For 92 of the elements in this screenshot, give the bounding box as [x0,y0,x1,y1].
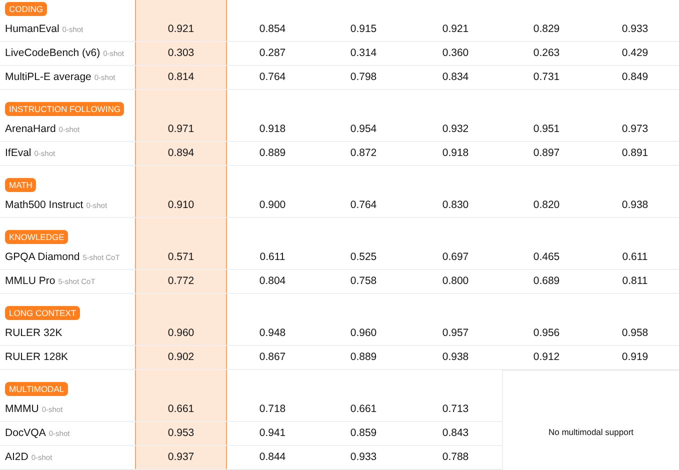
table-cell-text: 0.932 [442,122,469,137]
table-cell-text: 0.798 [350,70,377,85]
table-cell-text: 0.921 [168,22,194,37]
benchmark-name: LiveCodeBench (v6) [5,46,100,61]
table-cell-text: 0.611 [622,250,648,265]
table-cell-text: 0.894 [168,146,194,161]
table-cell-text: 0.611 [260,250,286,265]
benchmark-name: DocVQA [5,426,46,441]
table-cell-text: 0.731 [533,70,560,85]
table-cell-text: 0.902 [168,350,194,365]
table-cell-text: 0.829 [533,22,560,37]
table-cell-text: 0.918 [259,122,286,137]
table-cell-text: 0.303 [168,46,194,61]
table-cell-text: 0.314 [350,46,377,61]
table-cell-text: 0.918 [442,146,469,161]
benchmark-name: RULER 32K [5,326,62,341]
table-cell-text: 0.919 [622,350,648,365]
table-cell-text: 0.661 [350,402,377,417]
table-cell-text: 0.834 [442,70,469,85]
table-cell-text: 0.697 [442,250,469,265]
table-cell-text: 0.849 [622,70,648,85]
category-badge: LONG CONTEXT [5,306,80,320]
table-cell-text: 0.764 [259,70,286,85]
table-cell-text: 0.758 [350,274,377,289]
table-cell-text: 0.941 [259,426,286,441]
benchmark-name: RULER 128K [5,350,68,365]
table-cell-text: 0.933 [622,22,648,37]
table-cell-text: 0.915 [350,22,377,37]
table-cell-text: 0.951 [533,122,560,137]
table-cell-text: 0.910 [168,198,194,213]
note-text: No multimodal support [548,426,634,438]
table-cell-text: 0.956 [533,326,560,341]
category-badge: MATH [5,178,36,192]
table-cell-text: 0.900 [259,198,286,213]
table-cell-text: 0.772 [168,274,194,289]
benchmark-name: HumanEval [5,22,60,37]
table-cell-text: 0.718 [259,402,286,417]
table-cell-text: 0.287 [259,46,286,61]
benchmark-name: MMLU Pro [5,274,56,289]
table-cell-text: 0.897 [533,146,560,161]
table-cell-text: 0.921 [442,22,469,37]
benchmark-name: AI2D [5,450,28,465]
table-cell-text: 0.938 [622,198,648,213]
table-cell-text: 0.764 [350,198,377,213]
table-cell-text: 0.867 [259,350,286,365]
category-badge: CODING [5,2,47,16]
table-cell-text: 0.814 [168,70,194,85]
table-cell-text: 0.912 [533,350,560,365]
table-cell-text: 0.811 [622,274,648,289]
table-cell-text: 0.429 [622,46,648,61]
table-cell-text: 0.804 [259,274,286,289]
benchmark-name: Math500 Instruct [5,198,84,213]
benchmark-name: IfEval [5,146,32,161]
table-cell-text: 0.872 [350,146,377,161]
table-cell-text: 0.954 [350,122,377,137]
table-cell-text: 0.661 [168,402,194,417]
table-cell-text: 0.933 [350,450,377,465]
table-cell-text: 0.854 [259,22,286,37]
table-cell-text: 0.960 [350,326,377,341]
table-cell-text: 0.843 [442,426,469,441]
table-cell-text: 0.830 [442,198,469,213]
table-cell-text: 0.960 [168,326,194,341]
table-cell-text: 0.820 [533,198,560,213]
table-cell-text: 0.938 [442,350,469,365]
table-cell-text: 0.525 [350,250,377,265]
table-cell-text: 0.571 [168,250,194,265]
benchmark-name: ArenaHard [5,122,56,137]
table-cell-text: 0.957 [442,326,469,341]
table-cell-text: 0.844 [259,450,286,465]
table-cell-text: 0.891 [622,146,648,161]
table-cell-text: 0.465 [533,250,560,265]
table-cell-text: 0.971 [168,122,194,137]
benchmark-name: GPQA Diamond [5,250,80,265]
table-cell-text: 0.889 [259,146,286,161]
table-cell-text: 0.859 [350,426,377,441]
table-cell-text: 0.263 [533,46,560,61]
table-cell-text: 0.360 [442,46,469,61]
table-cell-text: 0.958 [622,326,648,341]
table-cell-text: 0.948 [259,326,286,341]
table-cell-text: 0.689 [533,274,560,289]
table-cell-text: 0.713 [442,402,469,417]
table-cell-text: 0.788 [442,450,469,465]
category-badge: MULTIMODAL [5,382,68,396]
table-cell-text: 0.973 [622,122,648,137]
table-cell-text: 0.800 [442,274,469,289]
category-badge: INSTRUCTION FOLLOWING [5,102,124,116]
table-cell-text: 0.889 [350,350,377,365]
benchmark-name: MMMU [5,402,39,417]
category-badge: KNOWLEDGE [5,230,68,244]
benchmark-name: MultiPL-E average [5,70,92,85]
table-cell-text: 0.937 [168,450,194,465]
table-cell-text: 0.953 [168,426,194,441]
